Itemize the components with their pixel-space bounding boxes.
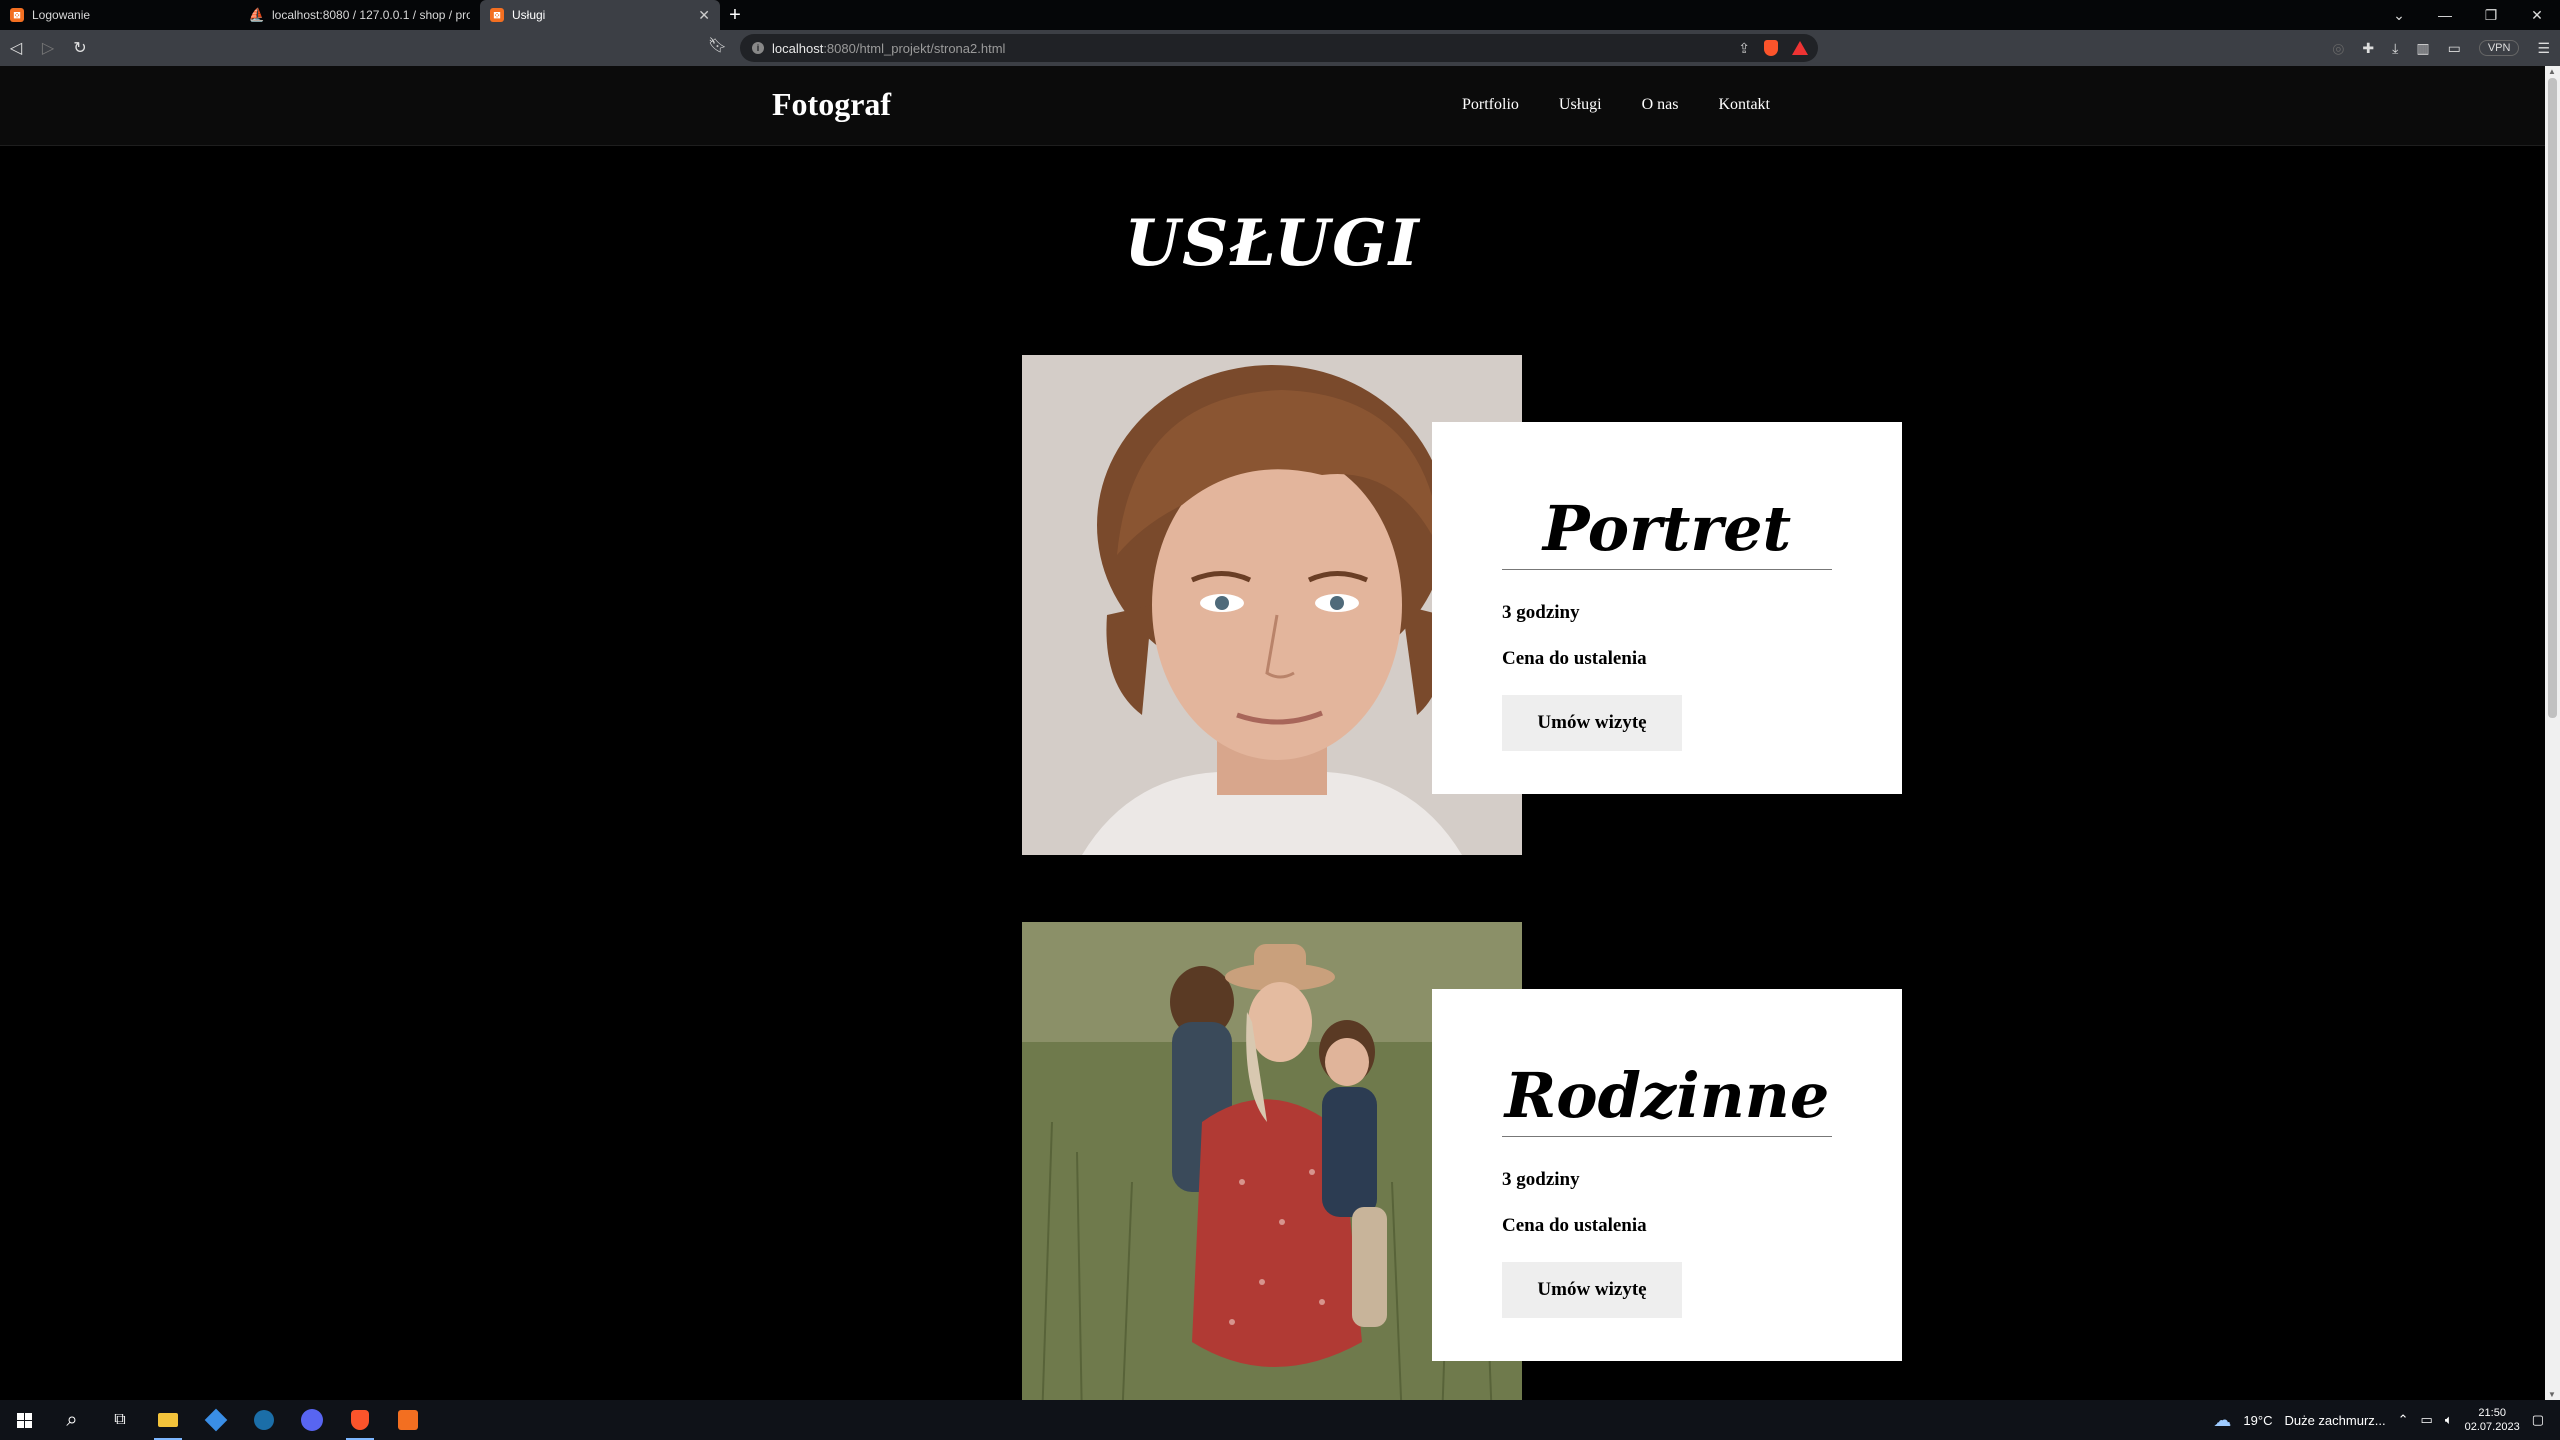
- nav-link-o-nas[interactable]: O nas: [1642, 96, 1679, 114]
- browser-tab-bar: ⊠ Logowanie ⛵ localhost:8080 / 127.0.0.1…: [0, 0, 2560, 30]
- service-card: Portret 3 godziny Cena do ustalenia Umów…: [1432, 422, 1902, 794]
- main-nav: Portfolio Usługi O nas Kontakt: [1462, 96, 1770, 114]
- os-taskbar: ⌕ ⧉ ☁ 19°C Duże zachmurz... ⌃ ▭ 🔈︎ 21:50…: [0, 1400, 2560, 1440]
- search-icon[interactable]: ⌕: [48, 1400, 96, 1440]
- forward-icon[interactable]: ▷: [32, 38, 64, 58]
- extensions-icon[interactable]: ✚: [2362, 40, 2374, 57]
- new-tab-button[interactable]: +: [720, 4, 750, 27]
- weather-icon[interactable]: ☁: [2213, 1410, 2231, 1431]
- weather-temp[interactable]: 19°C: [2243, 1413, 2272, 1428]
- page-viewport: Fotograf Portfolio Usługi O nas Kontakt …: [0, 66, 2545, 1400]
- wallet-status-icon[interactable]: ◎: [2332, 40, 2344, 57]
- browser-tab[interactable]: ⛵ localhost:8080 / 127.0.0.1 / shop / pr…: [240, 0, 480, 30]
- service-duration: 3 godziny: [1502, 1169, 1580, 1190]
- xampp-icon[interactable]: [384, 1400, 432, 1440]
- scroll-down-icon[interactable]: ▼: [2548, 1390, 2556, 1399]
- address-bar[interactable]: i localhost:8080/html_projekt/strona2.ht…: [740, 34, 1818, 62]
- nav-link-kontakt[interactable]: Kontakt: [1718, 96, 1770, 114]
- scrollbar-thumb[interactable]: [2548, 78, 2557, 718]
- reload-icon[interactable]: ↻: [64, 38, 96, 58]
- minimize-icon[interactable]: —: [2422, 7, 2468, 23]
- service-portret: Portret 3 godziny Cena do ustalenia Umów…: [1022, 355, 1902, 855]
- vpn-button[interactable]: VPN: [2478, 40, 2520, 56]
- clock-date: 02.07.2023: [2464, 1421, 2520, 1433]
- sidebar-icon[interactable]: ▥: [2416, 40, 2429, 57]
- brave-rewards-icon[interactable]: [1792, 41, 1808, 55]
- tab-title: localhost:8080 / 127.0.0.1 / shop / pro: [272, 8, 470, 22]
- clock[interactable]: 21:50 02.07.2023: [2465, 1406, 2520, 1434]
- service-card: Rodzinne 3 godziny Cena do ustalenia Umó…: [1432, 989, 1902, 1361]
- system-tray: ☁ 19°C Duże zachmurz... ⌃ ▭ 🔈︎ 21:50 02.…: [2213, 1400, 2560, 1440]
- discord-icon[interactable]: [288, 1400, 336, 1440]
- browser-toolbar: ◁ ▷ ↻ 🔖︎ i localhost:8080/html_projekt/s…: [0, 30, 2560, 66]
- service-price: Cena do ustalenia: [1502, 648, 1647, 669]
- file-explorer-icon[interactable]: [144, 1400, 192, 1440]
- back-icon[interactable]: ◁: [0, 38, 32, 58]
- service-duration: 3 godziny: [1502, 602, 1580, 623]
- nav-link-uslugi[interactable]: Usługi: [1559, 96, 1602, 114]
- menu-icon[interactable]: ☰: [2537, 40, 2550, 57]
- book-appointment-button[interactable]: Umów wizytę: [1502, 1262, 1682, 1318]
- close-window-icon[interactable]: ✕: [2514, 7, 2560, 24]
- xampp-icon: ⊠: [490, 8, 504, 22]
- network-icon[interactable]: ▭: [2421, 1412, 2433, 1428]
- service-title: Rodzinne: [1502, 1059, 1832, 1137]
- tab-title: Usługi: [512, 8, 546, 22]
- task-view-icon[interactable]: ⧉: [96, 1400, 144, 1440]
- restore-icon[interactable]: ❐: [2468, 7, 2514, 24]
- share-icon[interactable]: ⇪: [1738, 40, 1750, 57]
- downloads-icon[interactable]: ⤓: [2392, 40, 2398, 57]
- windows-icon: [16, 1412, 32, 1428]
- browser-tab-active[interactable]: ⊠ Usługi ✕: [480, 0, 720, 30]
- page-scrollbar[interactable]: ▲ ▼: [2545, 66, 2560, 1400]
- volume-icon[interactable]: 🔈︎: [2445, 1412, 2453, 1428]
- service-title: Portret: [1502, 492, 1832, 570]
- book-appointment-button[interactable]: Umów wizytę: [1502, 695, 1682, 751]
- page-title: USŁUGI: [1124, 206, 1421, 281]
- tray-expand-icon[interactable]: ⌃: [2398, 1412, 2409, 1428]
- weather-text[interactable]: Duże zachmurz...: [2284, 1413, 2385, 1428]
- nav-link-portfolio[interactable]: Portfolio: [1462, 96, 1519, 114]
- brave-shields-icon[interactable]: [1764, 40, 1778, 56]
- scroll-up-icon[interactable]: ▲: [2548, 67, 2556, 76]
- url-text: localhost:8080/html_projekt/strona2.html: [772, 40, 1006, 56]
- clock-time: 21:50: [2478, 1407, 2506, 1419]
- wallet-icon[interactable]: ▭: [2448, 40, 2461, 57]
- site-info-icon[interactable]: i: [752, 42, 764, 54]
- service-rodzinne: Rodzinne 3 godziny Cena do ustalenia Umó…: [1022, 922, 1902, 1400]
- bookmark-icon[interactable]: 🔖︎: [708, 36, 727, 54]
- tab-search-icon[interactable]: ⌄: [2376, 7, 2422, 24]
- close-tab-icon[interactable]: ✕: [698, 7, 710, 24]
- xampp-icon: ⊠: [10, 8, 24, 22]
- site-logo[interactable]: Fotograf: [772, 86, 891, 123]
- brave-browser-icon[interactable]: [336, 1400, 384, 1440]
- app-icon[interactable]: [192, 1400, 240, 1440]
- notifications-icon[interactable]: ▢: [2532, 1412, 2544, 1428]
- tab-title: Logowanie: [32, 8, 91, 22]
- browser-tab[interactable]: ⊠ Logowanie: [0, 0, 240, 30]
- phpmyadmin-icon: ⛵: [248, 7, 266, 22]
- window-controls: ⌄ — ❐ ✕: [2376, 0, 2560, 30]
- service-price: Cena do ustalenia: [1502, 1215, 1647, 1236]
- start-button[interactable]: [0, 1400, 48, 1440]
- site-header: Fotograf Portfolio Usługi O nas Kontakt: [0, 66, 2545, 146]
- steam-icon[interactable]: [240, 1400, 288, 1440]
